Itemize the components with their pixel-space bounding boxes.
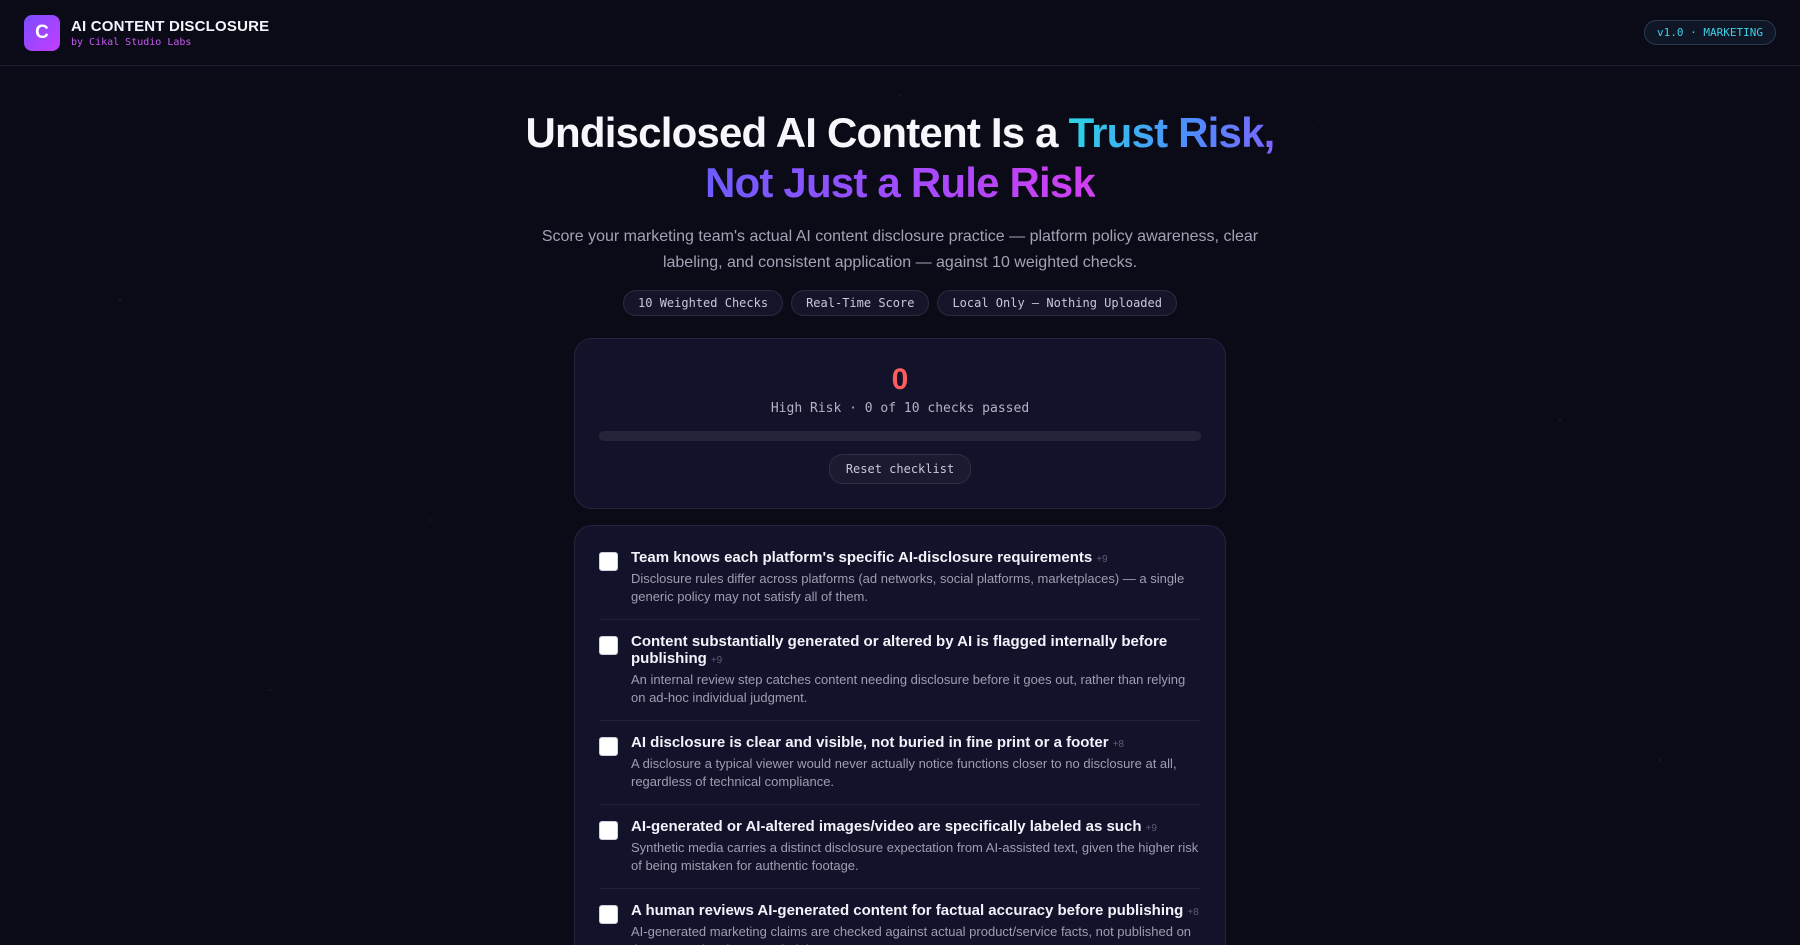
brand[interactable]: C AI CONTENT DISCLOSURE by Cikal Studio …	[24, 14, 270, 51]
top-bar: C AI CONTENT DISCLOSURE by Cikal Studio …	[0, 0, 1800, 66]
app-title: AI CONTENT DISCLOSURE	[71, 17, 270, 35]
check-description: Disclosure rules differ across platforms…	[631, 571, 1185, 604]
checklist-item[interactable]: AI disclosure is clear and visible, not …	[599, 721, 1201, 805]
check-description: Synthetic media carries a distinct discl…	[631, 840, 1199, 873]
version-badge: v1.0 · MARKETING	[1644, 20, 1776, 45]
check-title: Team knows each platform's specific AI-d…	[631, 549, 1108, 566]
checkbox[interactable]	[599, 552, 618, 571]
page-subtitle: Score your marketing team's actual AI co…	[541, 228, 1259, 271]
checkbox[interactable]	[599, 737, 618, 756]
check-description: An internal review step catches content …	[631, 672, 1186, 705]
check-title: AI-generated or AI-altered images/video …	[631, 818, 1157, 835]
check-weight: +8	[1112, 739, 1124, 750]
checklist: Team knows each platform's specific AI-d…	[574, 525, 1226, 945]
checklist-item[interactable]: AI-generated or AI-altered images/video …	[599, 805, 1201, 889]
check-weight: +8	[1187, 907, 1199, 918]
checkbox[interactable]	[599, 636, 618, 655]
checkbox[interactable]	[599, 905, 618, 924]
title-plain: Undisclosed AI Content Is a	[525, 109, 1069, 156]
check-title: AI disclosure is clear and visible, not …	[631, 734, 1124, 751]
title-highlight-rule: Not Just a Rule Risk	[704, 159, 1096, 206]
checklist-item[interactable]: Team knows each platform's specific AI-d…	[599, 536, 1201, 620]
check-title: A human reviews AI-generated content for…	[631, 902, 1199, 919]
check-description: AI-generated marketing claims are checke…	[631, 924, 1192, 945]
check-weight: +9	[1096, 554, 1108, 565]
title-highlight-trust: Trust Risk,	[1068, 109, 1276, 156]
chip-real-time-score: Real-Time Score	[791, 290, 930, 316]
chip-weighted-checks: 10 Weighted Checks	[623, 290, 784, 316]
hero: Undisclosed AI Content Is a Trust Risk, …	[0, 108, 1800, 316]
check-description: A disclosure a typical viewer would neve…	[631, 756, 1177, 789]
app-byline: by Cikal Studio Labs	[71, 36, 192, 48]
chip-local-only: Local Only — Nothing Uploaded	[937, 290, 1177, 316]
score-label: High Risk · 0 of 10 checks passed	[770, 401, 1030, 416]
score-progress-bar	[599, 431, 1201, 441]
reset-checklist-button[interactable]: Reset checklist	[828, 454, 972, 484]
score-value: 0	[891, 363, 909, 396]
feature-chips: 10 Weighted Checks Real-Time Score Local…	[0, 290, 1800, 316]
check-weight: +9	[710, 655, 723, 666]
score-card: 0 High Risk · 0 of 10 checks passed Rese…	[574, 338, 1226, 509]
check-weight: +9	[1145, 823, 1157, 834]
checkbox[interactable]	[599, 821, 618, 840]
checklist-item[interactable]: Content substantially generated or alter…	[599, 620, 1201, 721]
checklist-item[interactable]: A human reviews AI-generated content for…	[599, 889, 1201, 945]
app-logo: C	[24, 14, 60, 51]
page-title: Undisclosed AI Content Is a Trust Risk, …	[0, 108, 1800, 208]
check-title: Content substantially generated or alter…	[631, 633, 1168, 667]
